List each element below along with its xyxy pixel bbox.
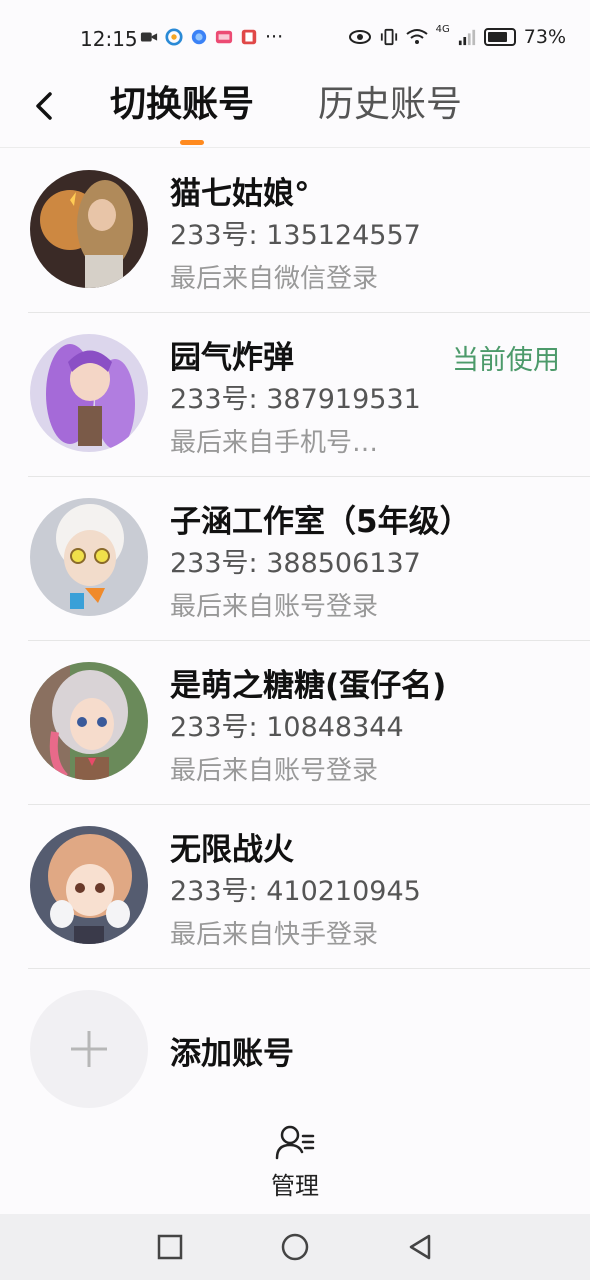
vibrate-icon (380, 28, 397, 46)
account-login-source: 最后来自账号登录 (170, 592, 379, 622)
account-id: 233号: 135124557 (170, 220, 421, 251)
app-icon-1 (165, 28, 183, 46)
account-item[interactable]: 子涵工作室（5年级） 233号: 388506137 最后来自账号登录 (0, 476, 590, 640)
manage-button[interactable]: 管理 (255, 1124, 335, 1201)
home-icon[interactable] (280, 1232, 310, 1262)
account-login-source: 最后来自微信登录 (170, 264, 379, 294)
eye-icon (348, 30, 371, 44)
manage-label: 管理 (271, 1172, 319, 1200)
back-icon[interactable] (405, 1232, 435, 1262)
account-name: 是萌之糖糖(蛋仔名) (170, 668, 447, 704)
signal-icon (458, 29, 475, 46)
more-notifications-indicator: ··· (265, 26, 284, 48)
wifi-icon (406, 29, 428, 44)
manage-user-icon (275, 1125, 315, 1160)
app-icon-4 (241, 29, 257, 45)
account-id: 233号: 10848344 (170, 712, 404, 743)
avatar (30, 170, 148, 288)
tab-switch-account[interactable]: 切换账号 (110, 80, 254, 130)
recent-apps-icon[interactable] (155, 1232, 185, 1262)
add-account-button[interactable]: 添加账号 (0, 990, 590, 1110)
system-nav-bar (0, 1214, 590, 1280)
account-login-source: 最后来自快手登录 (170, 920, 379, 950)
app-icon-2 (191, 29, 207, 45)
account-id: 233号: 388506137 (170, 548, 421, 579)
account-id: 233号: 410210945 (170, 876, 421, 907)
add-account-label: 添加账号 (170, 1036, 294, 1072)
tab-history-account[interactable]: 历史账号 (318, 80, 462, 130)
back-arrow-icon[interactable] (28, 86, 64, 126)
account-name: 子涵工作室（5年级） (170, 504, 471, 540)
status-left-icons: ··· (140, 26, 283, 48)
account-id: 233号: 387919531 (170, 384, 421, 415)
account-name: 无限战火 (170, 832, 294, 868)
app-icon-3 (215, 30, 233, 44)
account-name: 猫七姑娘° (170, 176, 310, 212)
battery-icon (483, 28, 516, 46)
network-type: 4G (435, 23, 450, 35)
avatar (30, 334, 148, 452)
tab-indicator (180, 140, 204, 145)
account-login-source: 最后来自账号登录 (170, 756, 379, 786)
status-time: 12:15 (80, 27, 138, 51)
current-account-badge: 当前使用 (452, 345, 560, 376)
status-right-icons: 4G 73% (348, 23, 566, 48)
battery-percentage: 73% (523, 26, 566, 48)
avatar (30, 662, 148, 780)
account-item[interactable]: 是萌之糖糖(蛋仔名) 233号: 10848344 最后来自账号登录 (0, 640, 590, 804)
list-divider (28, 968, 590, 969)
account-login-source: 最后来自手机号… (170, 428, 379, 458)
header: 切换账号 历史账号 (0, 74, 590, 148)
account-item[interactable]: 园气炸弹 233号: 387919531 最后来自手机号… 当前使用 (0, 312, 590, 476)
plus-icon[interactable] (30, 990, 148, 1108)
account-item[interactable]: 猫七姑娘° 233号: 135124557 最后来自微信登录 (0, 148, 590, 312)
account-list: 猫七姑娘° 233号: 135124557 最后来自微信登录 园气炸弹 233号… (0, 148, 590, 968)
video-camera-icon (140, 32, 158, 42)
status-bar: 12:15 ··· 4G 73% (0, 0, 590, 74)
avatar (30, 826, 148, 944)
account-item[interactable]: 无限战火 233号: 410210945 最后来自快手登录 (0, 804, 590, 968)
avatar (30, 498, 148, 616)
account-name: 园气炸弹 (170, 340, 294, 376)
